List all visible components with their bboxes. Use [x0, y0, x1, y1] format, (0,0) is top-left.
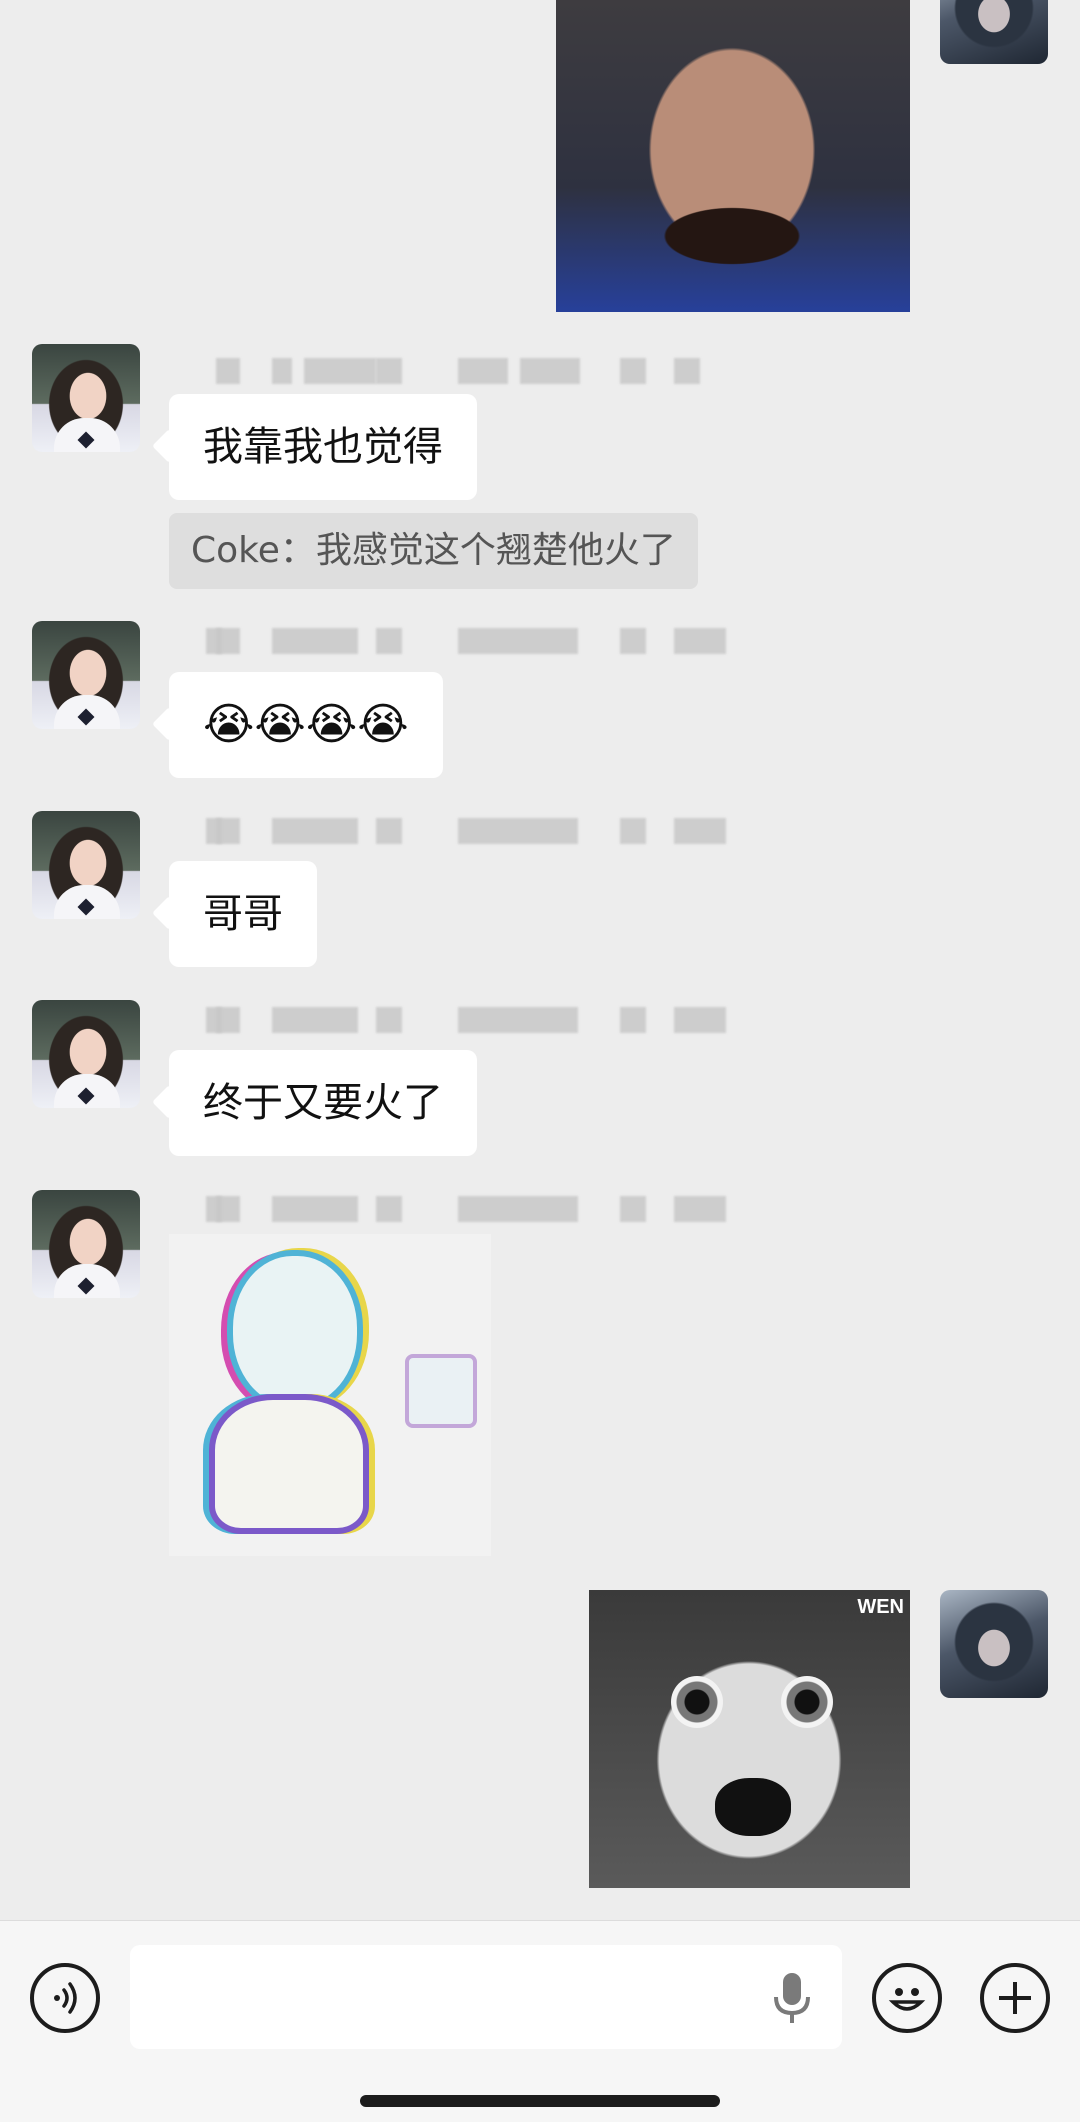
smiley-face-icon — [888, 1988, 926, 2011]
message-bubble[interactable]: 😭😭😭😭 — [169, 672, 443, 778]
sticker-glitch-meme[interactable] — [169, 1234, 491, 1556]
sticker-figure-body — [209, 1394, 369, 1534]
sender-name-blurred — [180, 1007, 740, 1033]
voice-waves-icon — [54, 1982, 77, 2014]
quoted-message[interactable]: Coke：我感觉这个翘楚他火了 — [169, 513, 698, 589]
message-bubble[interactable]: 终于又要火了 — [169, 1050, 477, 1156]
sender-name-blurred — [180, 628, 740, 654]
home-indicator[interactable] — [360, 2095, 720, 2107]
sticker-crying-face[interactable] — [556, 0, 910, 312]
message-bubble[interactable]: 我靠我也觉得 — [169, 394, 477, 500]
contact-avatar[interactable] — [32, 621, 140, 729]
quoted-text: Coke：我感觉这个翘楚他火了 — [191, 530, 676, 571]
sender-name-blurred — [180, 818, 740, 844]
voice-mode-icon[interactable] — [30, 1963, 100, 2033]
microphone-icon[interactable] — [770, 1971, 814, 2025]
message-text: 哥哥 — [203, 891, 283, 937]
my-avatar[interactable] — [940, 0, 1048, 64]
contact-avatar[interactable] — [32, 811, 140, 919]
sticker-crying-ghost[interactable]: WEN — [589, 1590, 910, 1888]
chat-input-bar — [0, 1920, 1080, 2122]
emoji-icon[interactable] — [872, 1963, 942, 2033]
message-bubble[interactable]: 哥哥 — [169, 861, 317, 967]
plus-icon — [999, 1982, 1031, 2014]
add-icon[interactable] — [980, 1963, 1050, 2033]
sticker-eye — [671, 1676, 723, 1728]
contact-avatar[interactable] — [32, 344, 140, 452]
message-text: 😭😭😭😭 — [203, 699, 409, 750]
message-text: 我靠我也觉得 — [203, 424, 443, 470]
sender-name-blurred — [180, 358, 740, 384]
message-text: 终于又要火了 — [203, 1080, 443, 1126]
contact-avatar[interactable] — [32, 1190, 140, 1298]
sticker-mouth — [715, 1778, 791, 1836]
message-input[interactable] — [130, 1945, 842, 2049]
sticker-watermark: WEN — [857, 1596, 904, 1618]
sticker-speaker-icon — [405, 1354, 477, 1428]
sticker-figure-head — [227, 1250, 363, 1412]
sticker-eye — [781, 1676, 833, 1728]
my-avatar[interactable] — [940, 1590, 1048, 1698]
contact-avatar[interactable] — [32, 1000, 140, 1108]
sender-name-blurred — [180, 1196, 740, 1222]
